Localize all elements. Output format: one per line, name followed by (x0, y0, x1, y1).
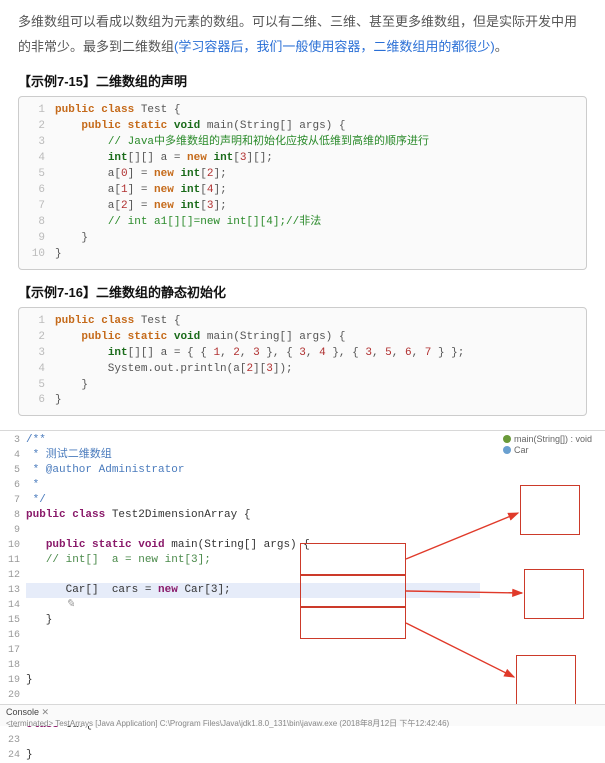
intro-paragraph: 多维数组可以看成以数组为元素的数组。可以有二维、三维、甚至更多维数组，但是实际开… (18, 10, 587, 59)
obj-box-0 (520, 485, 580, 535)
heading-example-7-15: 【示例7-15】二维数组的声明 (18, 71, 587, 90)
array-slot-2 (300, 607, 406, 639)
code-block-7-16: 1public class Test {2 public static void… (18, 307, 587, 417)
outline-main[interactable]: main(String[]) : void (514, 434, 592, 444)
console-text: <terminated> TestArrays [Java Applicatio… (6, 719, 449, 728)
obj-box-2 (516, 655, 576, 705)
editor[interactable]: 3456789101112131415161718192021222324 /*… (0, 431, 480, 701)
console-panel[interactable]: Console ✕ <terminated> TestArrays [Java … (0, 704, 605, 726)
outline-view[interactable]: main(String[]) : void Car (503, 433, 603, 456)
ide-panel: 3456789101112131415161718192021222324 /*… (0, 430, 605, 726)
array-slot-1 (300, 575, 406, 607)
heading-example-7-16: 【示例7-16】二维数组的静态初始化 (18, 282, 587, 301)
array-slot-0 (300, 543, 406, 575)
method-icon (503, 435, 511, 443)
outline-car[interactable]: Car (514, 445, 529, 455)
class-icon (503, 446, 511, 454)
obj-box-1 (524, 569, 584, 619)
console-label: Console (6, 707, 39, 717)
code-block-7-15: 1public class Test {2 public static void… (18, 96, 587, 269)
